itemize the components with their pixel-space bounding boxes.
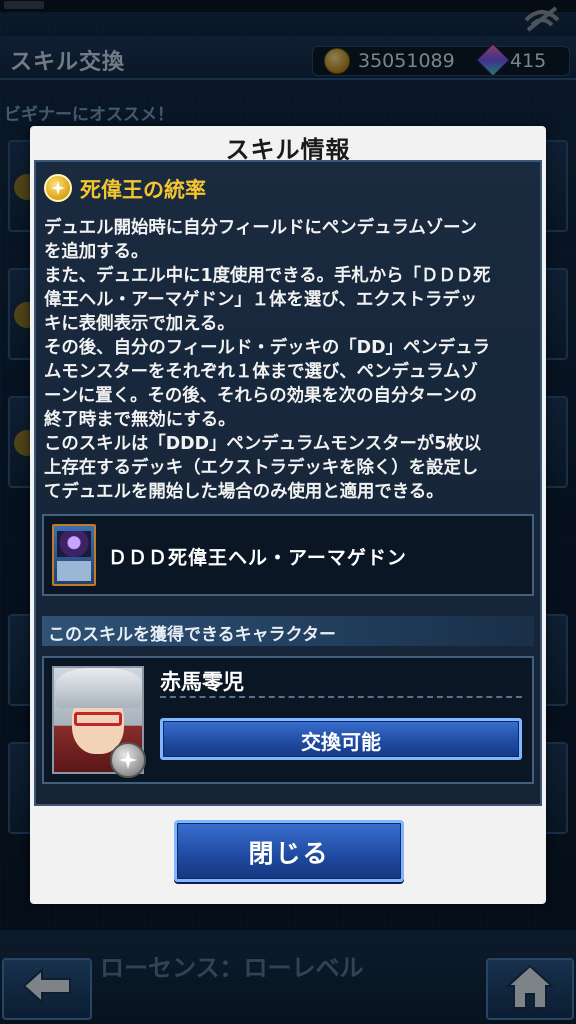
- character-name: 赤馬零児: [160, 670, 244, 694]
- description-line: このスキルは「DDD」ペンデュラムモンスターが5枚以: [44, 434, 482, 454]
- divider: [160, 696, 522, 698]
- description-line: ーンに置く。その後、それらの効果を次の自分ターンの: [44, 386, 478, 406]
- description-line: キに表側表示で加える。: [44, 314, 235, 334]
- skill-description: デュエル開始時に自分フィールドにペンデュラムゾーン を追加する。 また、デュエル…: [44, 216, 534, 504]
- portrait-hair: [56, 668, 142, 708]
- description-line: ムモンスターをそれぞれ１体まで選び、ペンデュラムゾ: [44, 362, 478, 382]
- card-text-area: [57, 561, 91, 581]
- description-line: デュエル開始時に自分フィールドにペンデュラムゾーン: [44, 218, 478, 238]
- description-line: また、デュエル中に1度使用できる。手札から「ＤＤＤ死: [44, 266, 491, 286]
- character-section-label: このスキルを獲得できるキャラクター: [48, 625, 336, 645]
- card-art: [57, 531, 91, 557]
- portrait-glasses: [74, 712, 122, 726]
- description-line: 上存在するデッキ（エクストラデッキを除く）を設定し: [44, 458, 479, 478]
- star-icon: [119, 751, 137, 769]
- description-line: てデュエルを開始した場合のみ使用と適用できる。: [44, 482, 444, 502]
- description-line: 終了時まで無効にする。: [44, 410, 236, 430]
- exchange-button-label: 交換可能: [301, 730, 381, 754]
- description-line: その後、自分のフィールド・デッキの「DD」ペンデュラ: [44, 338, 490, 358]
- star-icon: [51, 181, 65, 195]
- skill-name: 死偉王の統率: [80, 178, 206, 202]
- card-name: ＤＤＤ死偉王ヘル・アーマゲドン: [108, 547, 407, 569]
- description-line: を追加する。: [44, 242, 149, 262]
- close-button-label: 閉じる: [248, 839, 330, 868]
- description-line: 偉王ヘル・アーマゲドン」１体を選び、エクストラデッ: [44, 290, 478, 310]
